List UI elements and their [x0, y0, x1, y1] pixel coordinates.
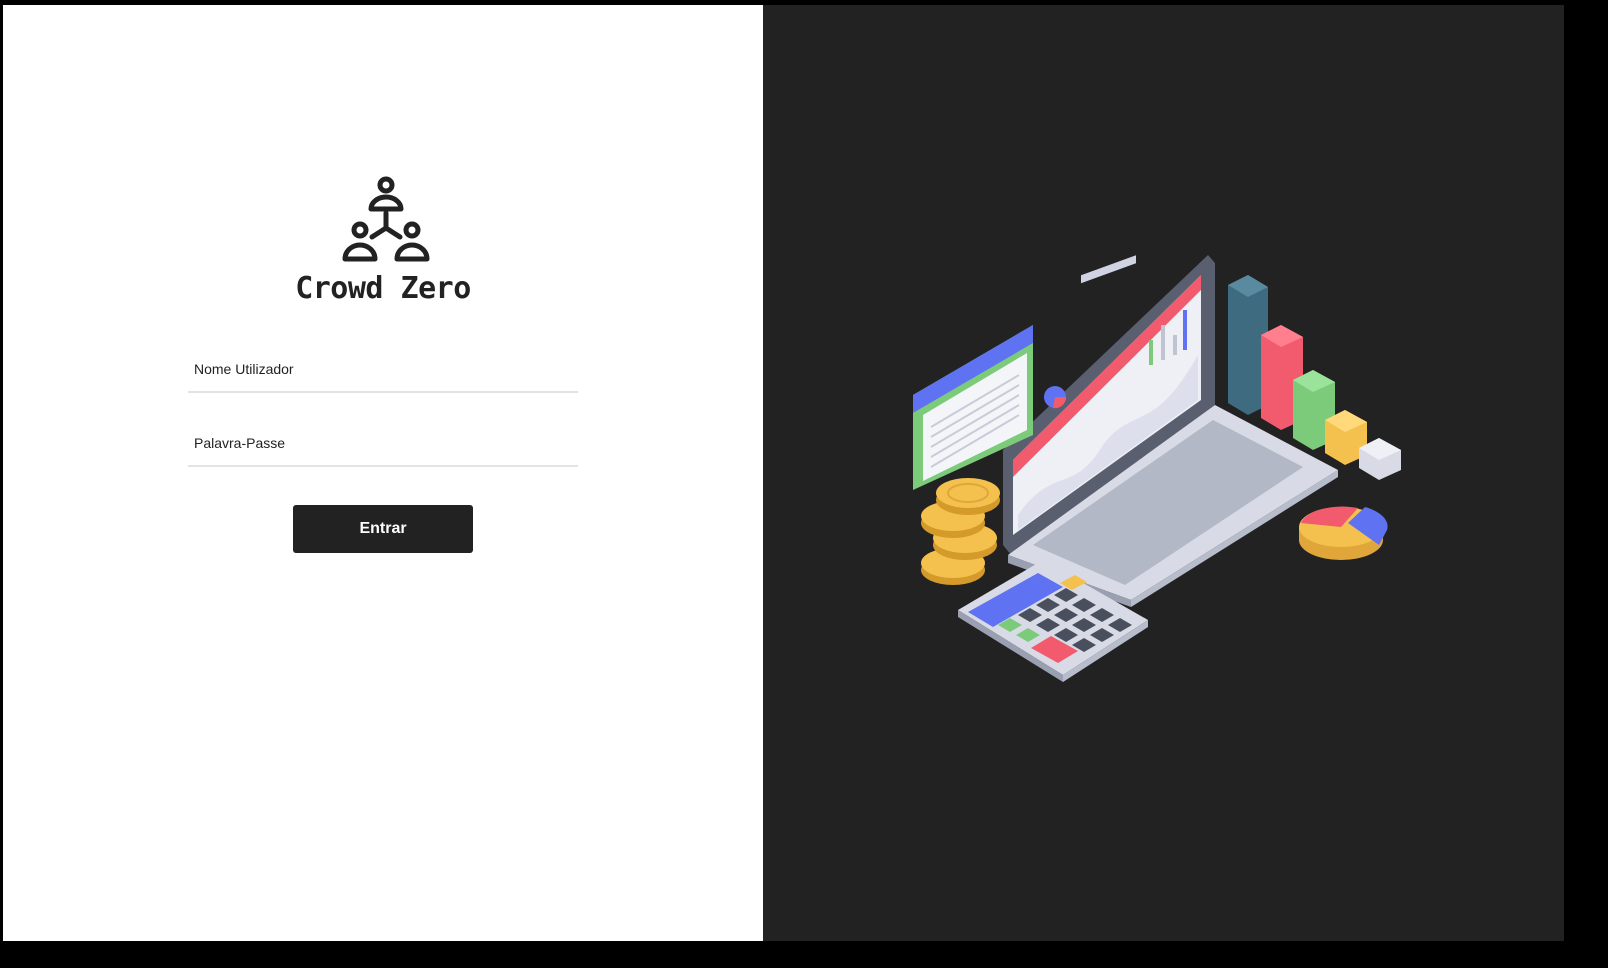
- username-input[interactable]: [188, 347, 578, 391]
- brand-title: Crowd Zero: [295, 271, 471, 306]
- laptop-illustration: [1003, 255, 1338, 607]
- login-panel: Crowd Zero Entrar: [3, 5, 763, 941]
- app-frame: Crowd Zero Entrar: [3, 5, 1564, 941]
- username-field-wrapper: [188, 347, 578, 393]
- coin-stack-illustration: [921, 478, 1000, 585]
- laptop-analytics-illustration: [913, 255, 1401, 682]
- login-button[interactable]: Entrar: [293, 505, 473, 553]
- pie-chart-illustration: [1299, 506, 1388, 560]
- illustration-panel: [763, 5, 1564, 941]
- password-input[interactable]: [188, 421, 578, 465]
- people-network-icon: [342, 176, 430, 262]
- password-field-wrapper: [188, 421, 578, 467]
